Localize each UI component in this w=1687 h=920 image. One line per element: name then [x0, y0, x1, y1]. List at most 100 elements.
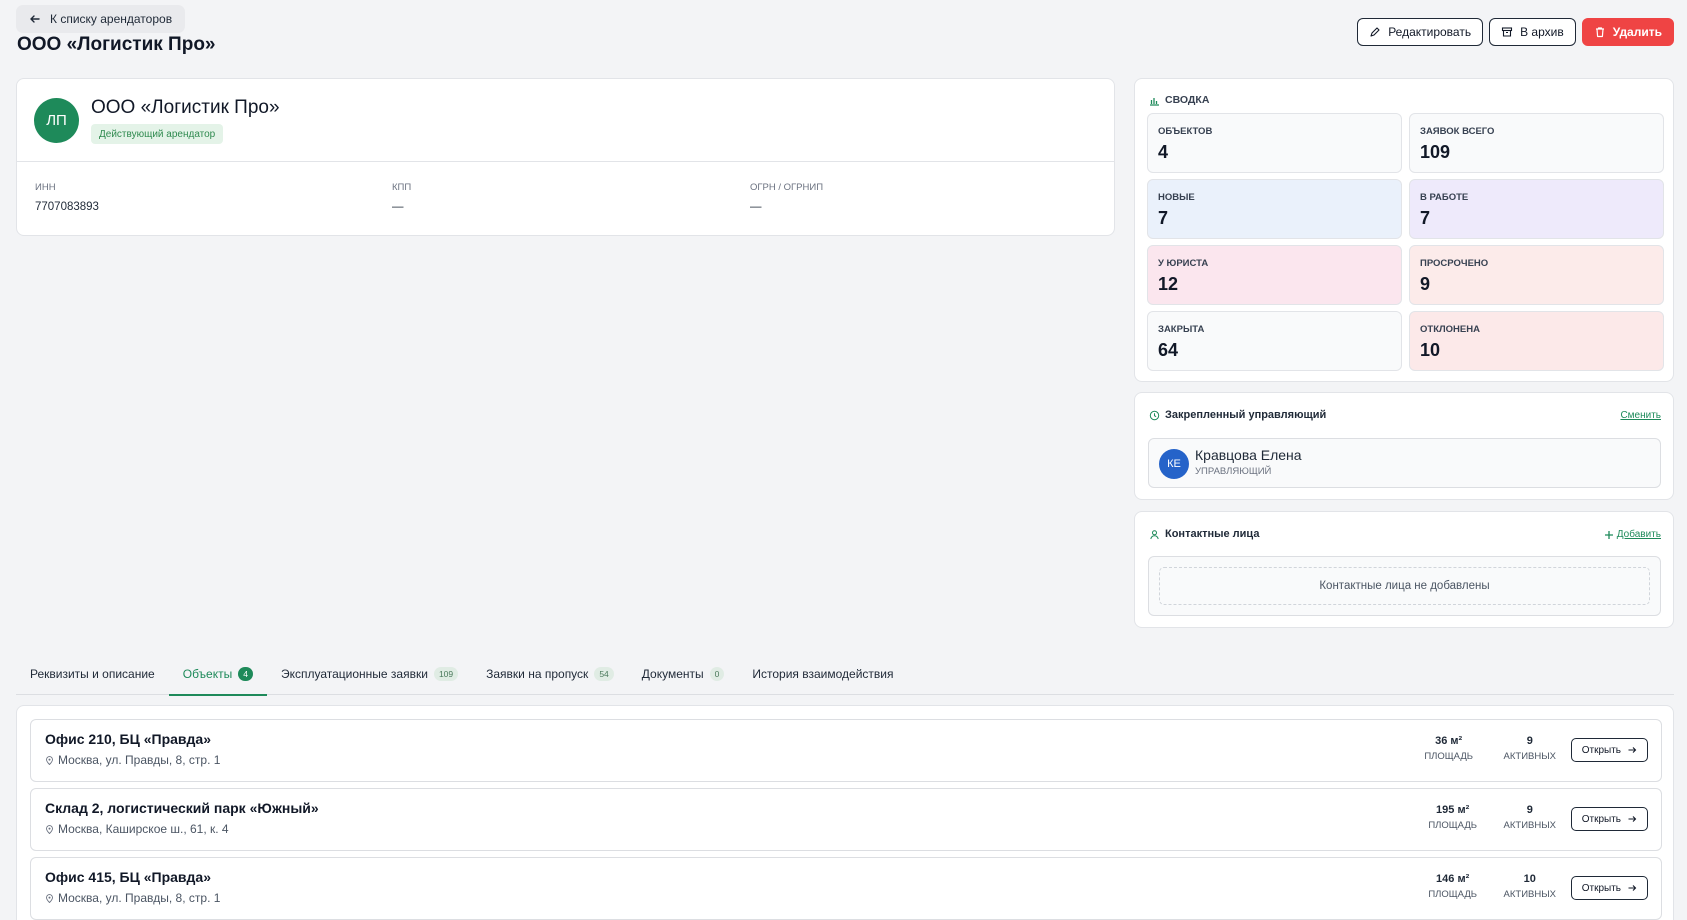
stat-value: 64	[1158, 340, 1179, 360]
address-text: Москва, ул. Правды, 8, стр. 1	[58, 753, 221, 767]
address-text: Москва, Каширское ш., 61, к. 4	[58, 822, 229, 836]
tab-label: Эксплуатационные заявки	[280, 666, 428, 681]
stat-total-requests: ЗАЯВОК ВСЕГО 109	[1409, 113, 1664, 173]
tab-label: Документы	[641, 666, 704, 681]
area-label: ПЛОЩАДЬ	[1428, 889, 1477, 900]
contacts-title-text: Контактные лица	[1165, 528, 1260, 540]
clock-icon	[1149, 410, 1160, 420]
list-item: Офис 210, БЦ «Правда» Москва, ул. Правды…	[30, 719, 1662, 782]
stat-overdue: ПРОСРОЧЕНО 9	[1409, 245, 1664, 305]
plus-icon	[1604, 530, 1613, 539]
arrow-right-icon	[1628, 747, 1637, 753]
tab-documents[interactable]: Документы 0	[628, 652, 739, 695]
area-value: 146 м²	[1436, 873, 1470, 885]
objects-panel: Офис 210, БЦ «Правда» Москва, ул. Правды…	[16, 705, 1674, 920]
stat-label: ЗАКРЫТА	[1158, 324, 1205, 335]
tab-count-badge: 0	[709, 666, 725, 681]
bar-chart-icon	[1150, 97, 1159, 106]
tab-label: Объекты	[182, 666, 233, 681]
user-icon	[1150, 529, 1159, 539]
field-inn: ИНН 7707083893	[35, 182, 99, 213]
archive-button[interactable]: В архив	[1489, 18, 1576, 46]
archive-icon	[1502, 27, 1513, 37]
active-value: 10	[1523, 873, 1536, 885]
tab-requisites[interactable]: Реквизиты и описание	[16, 652, 169, 695]
list-item: Офис 415, БЦ «Правда» Москва, ул. Правды…	[30, 857, 1662, 920]
stat-value: 7	[1158, 208, 1169, 228]
stat-rejected: ОТКЛОНЕНА 10	[1409, 311, 1664, 371]
active-value: 9	[1526, 804, 1533, 816]
manager-section-title: Закрепленный управляющий	[1149, 409, 1326, 421]
stat-lawyer: У ЮРИСТА 12	[1147, 245, 1402, 305]
stats-grid: ОБЪЕКТОВ 4 ЗАЯВОК ВСЕГО 109 НОВЫЕ 7 В РАБОТ…	[1147, 113, 1664, 371]
arrow-right-icon	[1628, 885, 1637, 891]
active-label: АКТИВНЫХ	[1503, 820, 1556, 831]
manager-role: УПРАВЛЯЮЩИЙ	[1195, 466, 1272, 477]
manager-box: КЕ Кравцова Елена УПРАВЛЯЮЩИЙ	[1148, 438, 1661, 488]
open-label: Открыть	[1581, 744, 1621, 756]
stat-label: ПРОСРОЧЕНО	[1420, 258, 1489, 269]
object-address: Москва, ул. Правды, 8, стр. 1	[45, 891, 220, 905]
field-label: ИНН	[35, 182, 56, 193]
tab-count-badge: 109	[433, 666, 459, 681]
location-pin-icon	[46, 893, 53, 903]
stat-label: ЗАЯВОК ВСЕГО	[1420, 126, 1495, 137]
contacts-box: Контактные лица не добавлены	[1148, 556, 1661, 616]
back-to-tenants-button[interactable]: К списку арендаторов	[16, 5, 186, 33]
stat-closed: ЗАКРЫТА 64	[1147, 311, 1402, 371]
list-item: Склад 2, логистический парк «Южный» Моск…	[30, 788, 1662, 851]
arrow-right-icon	[1628, 816, 1637, 822]
area-metric: 146 м² ПЛОЩАДЬ	[1428, 873, 1477, 900]
active-metric: 9 АКТИВНЫХ	[1504, 735, 1556, 762]
open-object-button[interactable]: Открыть	[1570, 876, 1648, 900]
contacts-card: Контактные лица Добавить Контактные лица…	[1134, 511, 1674, 628]
active-metric: 9 АКТИВНЫХ	[1504, 804, 1556, 831]
tab-objects[interactable]: Объекты 4	[168, 652, 268, 696]
add-contact-link[interactable]: Добавить	[1604, 529, 1661, 540]
status-badge: Действующий арендатор	[91, 124, 224, 144]
tab-count-badge: 4	[238, 666, 253, 681]
archive-label: В архив	[1520, 25, 1564, 39]
stat-value: 12	[1158, 274, 1179, 294]
open-object-button[interactable]: Открыть	[1570, 738, 1648, 762]
tab-count-badge: 54	[594, 666, 614, 681]
delete-button[interactable]: Удалить	[1581, 18, 1674, 46]
location-pin-icon	[46, 755, 53, 765]
header-actions: Редактировать В архив Удалить	[1357, 18, 1674, 46]
contacts-empty-state: Контактные лица не добавлены	[1159, 567, 1650, 605]
summary-title: СВОДКА	[1149, 94, 1209, 106]
stat-value: 109	[1420, 142, 1451, 162]
delete-label: Удалить	[1612, 25, 1662, 39]
tab-maintenance-requests[interactable]: Эксплуатационные заявки 109	[267, 652, 472, 695]
stat-value: 9	[1420, 274, 1431, 294]
tenant-avatar: ЛП	[34, 98, 79, 143]
open-label: Открыть	[1581, 813, 1621, 825]
stat-label: ОБЪЕКТОВ	[1158, 126, 1213, 137]
stat-value: 10	[1420, 340, 1441, 360]
field-kpp: КПП —	[392, 182, 411, 213]
pencil-icon	[1370, 27, 1380, 37]
open-label: Открыть	[1581, 882, 1621, 894]
tab-label: Реквизиты и описание	[30, 666, 155, 681]
open-object-button[interactable]: Открыть	[1570, 807, 1648, 831]
tab-history[interactable]: История взаимодействия	[738, 652, 907, 695]
avatar: КЕ	[1159, 449, 1189, 479]
edit-label: Редактировать	[1388, 25, 1472, 39]
area-label: ПЛОЩАДЬ	[1428, 820, 1477, 831]
manager-name: Кравцова Елена	[1195, 447, 1302, 463]
active-label: АКТИВНЫХ	[1503, 889, 1556, 900]
active-metric: 10 АКТИВНЫХ	[1504, 873, 1556, 900]
field-value: 7707083893	[35, 201, 99, 213]
trash-icon	[1595, 27, 1604, 38]
stat-value: 4	[1158, 142, 1169, 162]
object-address: Москва, ул. Правды, 8, стр. 1	[45, 753, 220, 767]
object-address: Москва, Каширское ш., 61, к. 4	[45, 822, 229, 836]
stat-label: ОТКЛОНЕНА	[1420, 324, 1480, 335]
edit-button[interactable]: Редактировать	[1357, 18, 1484, 46]
change-manager-link[interactable]: Сменить	[1620, 410, 1661, 421]
stat-objects: ОБЪЕКТОВ 4	[1147, 113, 1402, 173]
stat-label: У ЮРИСТА	[1158, 258, 1209, 269]
area-value: 36 м²	[1435, 735, 1463, 747]
contacts-section-title: Контактные лица	[1149, 528, 1259, 540]
tab-pass-requests[interactable]: Заявки на пропуск 54	[472, 652, 628, 695]
